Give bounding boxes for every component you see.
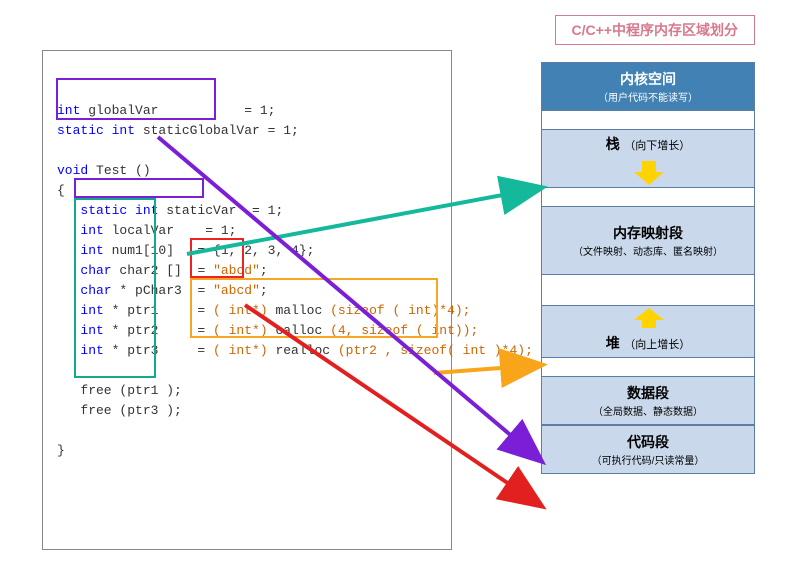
code-panel: int globalVar = 1; static int staticGlob… [42,50,452,550]
region-text-sub: （可执行代码/只读常量） [542,452,754,473]
fn-realloc: realloc [268,343,338,358]
var-localVar: localVar [104,223,174,238]
region-stack-sub: （向下增长） [624,140,690,158]
str-abcd-2: "abcd" [213,283,260,298]
eq: = [182,283,213,298]
region-text-title: 代码段 [542,426,754,452]
region-data: 数据段 （全局数据、静态数据） [541,376,755,425]
eq: = [182,263,213,278]
region-mmap-title: 内存映射段 [542,217,754,243]
str-abcd-1: "abcd" [213,263,260,278]
arrow-up-icon [634,308,664,328]
kw-int-5: int [80,323,103,338]
var-ptr3: * ptr3 [104,343,159,358]
kw-int-3: int [80,243,103,258]
gap-4 [541,358,755,376]
var-staticVar: staticVar [158,203,236,218]
kw-char: char [80,263,111,278]
fn-calloc: calloc [268,323,330,338]
var-ptr2: * ptr2 [104,323,159,338]
args-2: (4, sizeof ( int)); [330,323,478,338]
region-mmap: 内存映射段 （文件映射、动态库、匿名映射） [541,206,755,275]
region-kernel: 内核空间 （用户代码不能读写） [541,62,755,111]
var-ptr1: * ptr1 [104,303,159,318]
kw-static-int-2: static int [80,203,158,218]
kw-static-int: static int [57,123,135,138]
args-3: (ptr2 , sizeof( int )*4); [338,343,533,358]
free-ptr1: free (ptr1 ); [57,383,182,398]
fn-malloc: malloc [268,303,330,318]
region-stack-title: 栈 [606,130,620,152]
var-globalVar: globalVar [80,103,158,118]
eq: = [158,343,213,358]
heap-arrow-cell [541,305,755,329]
kw-int-4: int [80,303,103,318]
memory-regions: 内核空间 （用户代码不能读写） 栈 （向下增长） 内存映射段 （文件映射、动态库… [541,62,755,474]
region-data-sub: （全局数据、静态数据） [542,403,754,424]
kw-int: int [57,103,80,118]
kw-int-6: int [80,343,103,358]
stack-arrow-cell [541,158,755,188]
diagram-title: C/C++中程序内存区域划分 [555,15,755,45]
gap-3 [541,275,755,305]
args-1: (sizeof ( int)*4); [330,303,470,318]
arrow-down-icon [634,161,664,185]
brace-open: { [57,183,65,198]
region-heap-sub: （向上增长） [624,339,690,357]
eq: = [158,323,213,338]
region-stack: 栈 （向下增长） [541,129,755,158]
gap-1 [541,111,755,129]
rest: = {1, 2, 3, 4}; [174,243,314,258]
region-heap: 堆 （向上增长） [541,329,755,358]
rest: = 1; [158,103,275,118]
rest: = 1; [260,123,299,138]
gap-2 [541,188,755,206]
free-ptr3: free (ptr3 ); [57,403,182,418]
cast-1: ( int*) [213,303,268,318]
region-kernel-title: 内核空间 [542,63,754,89]
var-num1: num1[10] [104,243,174,258]
var-char2: char2 [] [112,263,182,278]
kw-char-2: char [80,283,111,298]
region-data-title: 数据段 [542,377,754,403]
semi: ; [260,283,268,298]
eq: = [158,303,213,318]
code-listing: int globalVar = 1; static int staticGlob… [57,81,437,519]
cast-2: ( int*) [213,323,268,338]
region-mmap-sub: （文件映射、动态库、匿名映射） [542,243,754,264]
kw-int-2: int [80,223,103,238]
brace-close: } [57,443,65,458]
kw-void: void [57,163,88,178]
region-kernel-sub: （用户代码不能读写） [542,89,754,110]
cast-3: ( int*) [213,343,268,358]
region-heap-title: 堆 [606,329,620,351]
var-pChar3: * pChar3 [112,283,182,298]
rest: = 1; [236,203,283,218]
rest: = 1; [174,223,236,238]
var-staticGlobalVar: staticGlobalVar [135,123,260,138]
semi: ; [260,263,268,278]
fn-Test: Test () [88,163,150,178]
region-text: 代码段 （可执行代码/只读常量） [541,425,755,474]
